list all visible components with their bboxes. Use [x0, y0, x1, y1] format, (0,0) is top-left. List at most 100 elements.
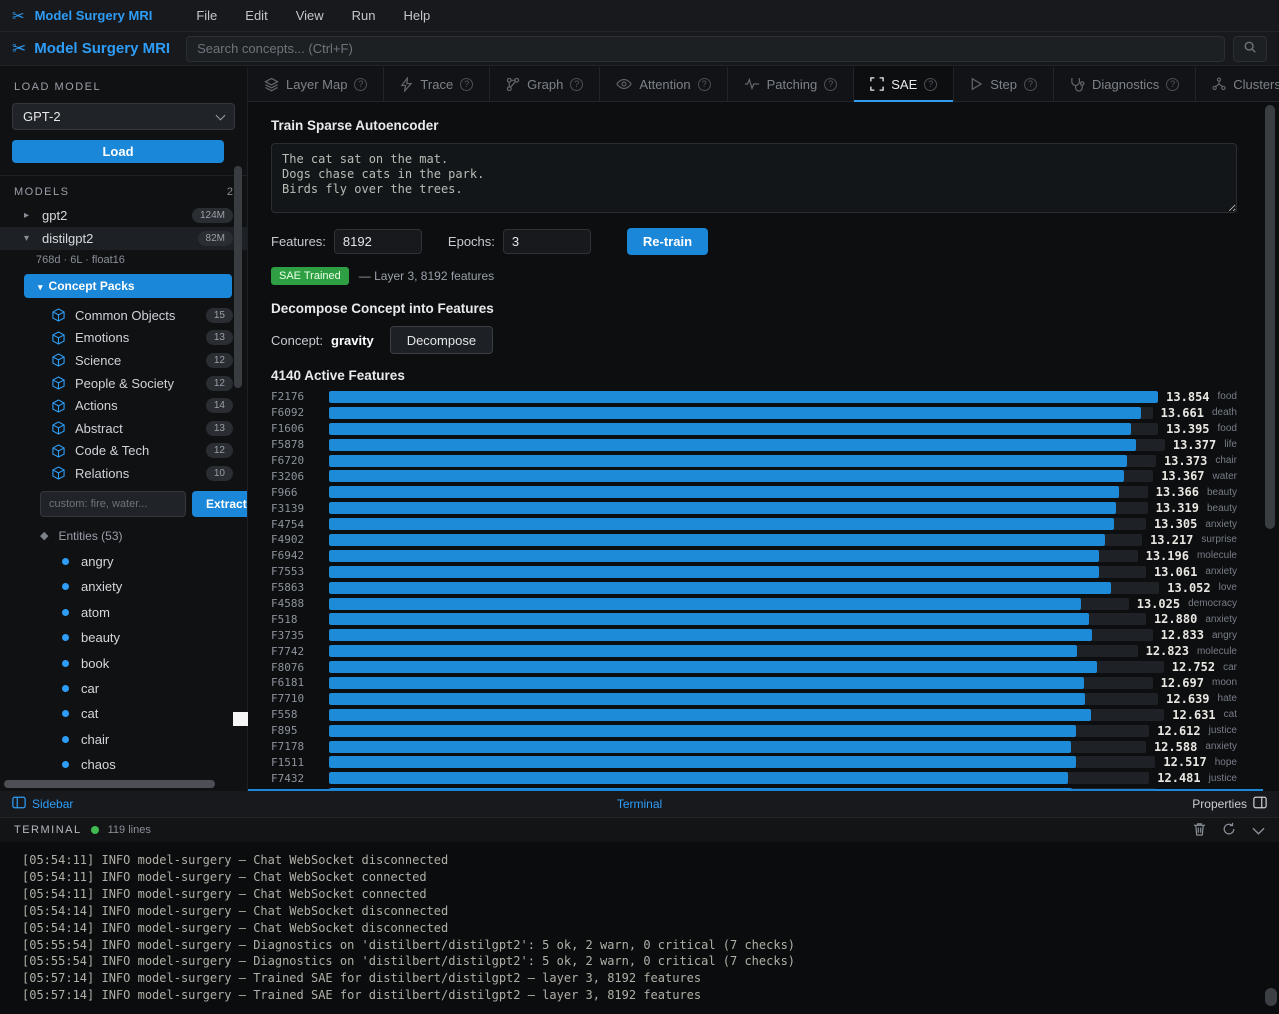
feature-bar-fill[interactable] — [329, 693, 1085, 705]
concept-pack-relations[interactable]: Relations10 — [0, 462, 247, 485]
entity-item-cat[interactable]: cat — [0, 701, 247, 726]
resize-gripper[interactable] — [233, 712, 248, 726]
model-list: ▸gpt2124M▾distilgpt282M — [0, 204, 247, 250]
feature-bar-track — [329, 582, 1159, 594]
feature-bar-fill[interactable] — [329, 391, 1158, 403]
entity-item-book[interactable]: book — [0, 650, 247, 675]
feature-bar-fill[interactable] — [329, 629, 1092, 641]
feature-bar-fill[interactable] — [329, 439, 1136, 451]
model-row-distilgpt2[interactable]: ▾distilgpt282M — [0, 227, 247, 250]
concept-packs-button[interactable]: ▾Concept Packs — [24, 274, 232, 298]
search-button[interactable] — [1233, 36, 1267, 62]
feature-bar-fill[interactable] — [329, 677, 1084, 689]
concept-pack-actions[interactable]: Actions14 — [0, 394, 247, 417]
feature-bar-fill[interactable] — [329, 423, 1131, 435]
entity-item-chaos[interactable]: chaos — [0, 752, 247, 777]
feature-value: 13.395 — [1166, 422, 1209, 436]
tab-layer-map[interactable]: Layer Map? — [248, 67, 384, 101]
feature-bar-fill[interactable] — [329, 756, 1076, 768]
active-features-heading: 4140 Active Features — [271, 368, 1237, 383]
feature-bar-fill[interactable] — [329, 582, 1111, 594]
menu-item-view[interactable]: View — [282, 4, 338, 27]
feature-bar-fill[interactable] — [329, 661, 1097, 673]
refresh-icon[interactable] — [1222, 822, 1236, 839]
feature-bar-fill[interactable] — [329, 455, 1127, 467]
feature-bar-fill[interactable] — [329, 566, 1099, 578]
tab-patching[interactable]: Patching? — [728, 67, 855, 101]
feature-bar-fill[interactable] — [329, 598, 1081, 610]
concept-pack-code-tech[interactable]: Code & Tech12 — [0, 440, 247, 463]
feature-bar-fill[interactable] — [329, 502, 1116, 514]
model-select[interactable]: GPT-2 — [12, 103, 235, 130]
concept-pack-abstract[interactable]: Abstract13 — [0, 417, 247, 440]
chevron-down-icon[interactable] — [1252, 823, 1265, 838]
custom-concepts-input[interactable] — [40, 491, 186, 517]
training-corpus-textarea[interactable] — [271, 143, 1237, 213]
concept-pack-science[interactable]: Science12 — [0, 349, 247, 372]
concept-pack-people-society[interactable]: People & Society12 — [0, 372, 247, 395]
feature-bar-fill[interactable] — [329, 518, 1114, 530]
feature-bar-fill[interactable] — [329, 486, 1119, 498]
feature-bar-fill[interactable] — [329, 725, 1076, 737]
model-row-gpt2[interactable]: ▸gpt2124M — [0, 204, 247, 227]
concept-pack-emotions[interactable]: Emotions13 — [0, 327, 247, 350]
tab-attention[interactable]: Attention? — [600, 67, 727, 101]
feature-bar-fill[interactable] — [329, 550, 1099, 562]
search-input[interactable] — [186, 36, 1225, 62]
feature-bar-fill[interactable] — [329, 645, 1077, 657]
toggle-properties-button[interactable]: Properties — [1192, 796, 1267, 812]
concept-pack-common-objects[interactable]: Common Objects15 — [0, 304, 247, 327]
models-header: MODELS — [14, 186, 69, 198]
terminal-log-line: [05:54:11] INFO model-surgery — Chat Web… — [22, 886, 1257, 903]
tab-step[interactable]: Step? — [954, 67, 1054, 101]
feature-bar-fill[interactable] — [329, 772, 1068, 784]
feature-tag: hate — [1218, 693, 1237, 704]
tab-graph[interactable]: Graph? — [490, 67, 600, 101]
feature-tag: chair — [1215, 455, 1237, 466]
sidebar-vertical-scrollbar[interactable] — [234, 166, 242, 388]
tab-diagnostics[interactable]: Diagnostics? — [1054, 67, 1196, 101]
toggle-sidebar-button[interactable]: Sidebar — [12, 796, 73, 812]
content-vertical-scrollbar[interactable] — [1265, 105, 1275, 529]
menu-item-run[interactable]: Run — [338, 4, 390, 27]
feature-bar-fill[interactable] — [329, 470, 1124, 482]
entity-item-anxiety[interactable]: anxiety — [0, 574, 247, 599]
feature-bar-track — [329, 566, 1146, 578]
feature-bar-fill[interactable] — [329, 613, 1089, 625]
menu-item-help[interactable]: Help — [390, 4, 445, 27]
epochs-input[interactable] — [503, 229, 591, 254]
extract-button[interactable]: Extract — [192, 491, 248, 517]
trash-icon[interactable] — [1193, 822, 1206, 839]
concept-pack-list: Common Objects15Emotions13Science12Peopl… — [0, 304, 247, 485]
sidebar-horizontal-scrollbar[interactable] — [4, 780, 215, 788]
tab-clusters[interactable]: Clusters? — [1196, 67, 1279, 101]
menu-item-file[interactable]: File — [182, 4, 231, 27]
retrain-button[interactable]: Re-train — [627, 228, 708, 255]
feature-bar-track — [329, 470, 1153, 482]
feature-bar-fill[interactable] — [329, 534, 1105, 546]
panel-resize-divider[interactable] — [248, 789, 1263, 791]
package-icon — [52, 444, 65, 458]
entity-label: chaos — [81, 757, 116, 772]
feature-tag: molecule — [1197, 550, 1237, 561]
terminal-vertical-scrollbar[interactable] — [1265, 988, 1277, 1006]
features-input[interactable] — [334, 229, 422, 254]
feature-bar-fill[interactable] — [329, 709, 1091, 721]
decompose-button[interactable]: Decompose — [390, 326, 493, 354]
feature-bar-fill[interactable] — [329, 741, 1071, 753]
entity-item-car[interactable]: car — [0, 676, 247, 701]
bullet-icon — [62, 660, 69, 667]
load-button[interactable]: Load — [12, 140, 224, 163]
entity-item-chair[interactable]: chair — [0, 726, 247, 751]
tab-label: SAE — [891, 77, 917, 92]
terminal-status-label[interactable]: Terminal — [0, 797, 1279, 811]
entity-item-beauty[interactable]: beauty — [0, 625, 247, 650]
menu-item-edit[interactable]: Edit — [231, 4, 281, 27]
entity-item-angry[interactable]: angry — [0, 549, 247, 574]
entity-item-atom[interactable]: atom — [0, 600, 247, 625]
package-icon — [52, 308, 65, 322]
terminal-output[interactable]: [05:54:11] INFO model-surgery — Chat Web… — [0, 842, 1279, 1014]
tab-trace[interactable]: Trace? — [384, 67, 490, 101]
feature-bar-fill[interactable] — [329, 407, 1141, 419]
tab-sae[interactable]: SAE? — [854, 67, 954, 101]
